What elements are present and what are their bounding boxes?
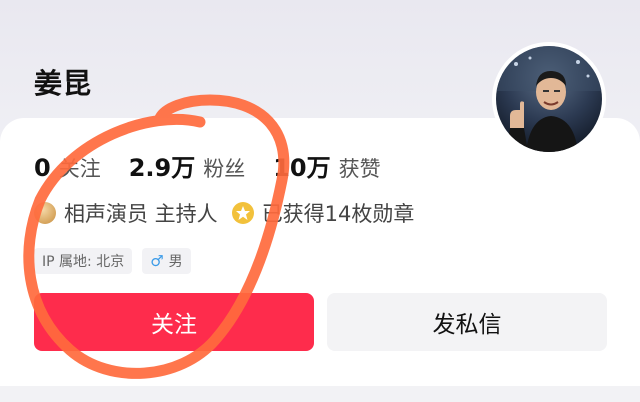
gender-text: 男 <box>168 254 183 270</box>
star-icon <box>231 202 254 224</box>
ip-location-tag: IP 属地: 北京 <box>34 248 133 274</box>
ip-location-text: IP 属地: 北京 <box>42 254 125 270</box>
avatar[interactable] <box>492 42 606 156</box>
badges-row: 相声演员 主持人 已获得14枚勋章 <box>34 198 428 228</box>
gender-tag: ♂ 男 <box>142 248 191 274</box>
message-button[interactable]: 发私信 <box>327 293 607 351</box>
likes-label: 获赞 <box>338 157 381 181</box>
followers-label: 粉丝 <box>203 157 246 181</box>
profile-name: 姜昆 <box>34 67 93 100</box>
avatar-photo <box>496 46 602 152</box>
follow-button[interactable]: 关注 <box>34 293 314 351</box>
stat-following[interactable]: 0 关注 <box>34 153 101 183</box>
male-icon: ♂ <box>150 252 164 270</box>
following-count: 0 <box>34 154 51 182</box>
followers-count: 2.9万 <box>128 154 196 182</box>
badge-occupation[interactable]: 相声演员 主持人 <box>34 198 218 228</box>
tags-row: IP 属地: 北京 ♂ 男 <box>34 248 201 274</box>
medals-text: 已获得14枚勋章 <box>261 202 415 226</box>
medal-icon <box>34 202 56 224</box>
divider <box>0 386 640 402</box>
occupation-text: 相声演员 主持人 <box>64 202 218 226</box>
badge-medals[interactable]: 已获得14枚勋章 <box>231 198 415 228</box>
following-label: 关注 <box>58 157 101 181</box>
stats-row: 0 关注 2.9万 粉丝 10万 获赞 <box>34 148 409 183</box>
likes-count: 10万 <box>273 154 331 182</box>
stat-likes[interactable]: 10万 获赞 <box>273 148 380 183</box>
stat-followers[interactable]: 2.9万 粉丝 <box>129 148 246 183</box>
